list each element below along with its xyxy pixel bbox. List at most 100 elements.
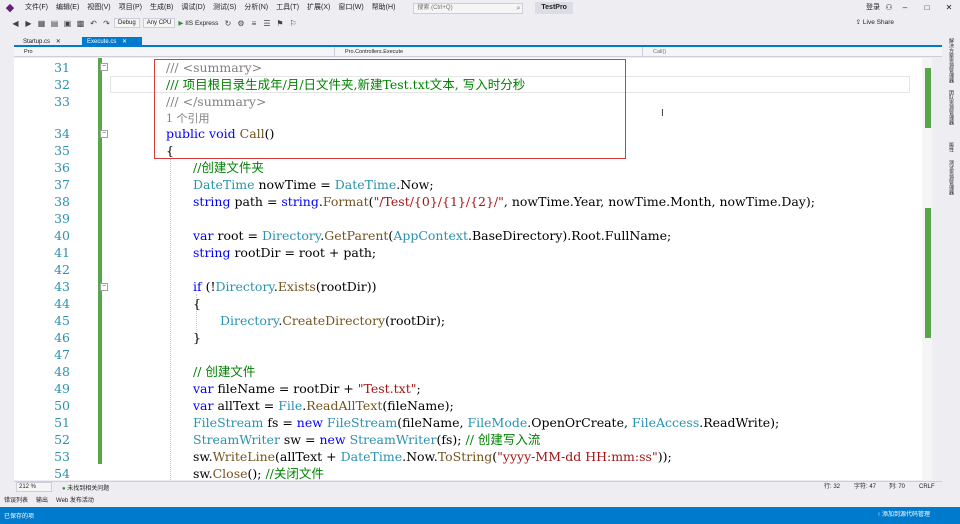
code-token: .OpenOrCreate, bbox=[527, 415, 632, 430]
zoom-select[interactable]: 212 % bbox=[16, 482, 52, 492]
code-text: { bbox=[166, 143, 174, 158]
tab-close-icon[interactable]: ✕ bbox=[122, 39, 127, 45]
code-token: rootDir = root + path; bbox=[230, 245, 377, 260]
open-folder-icon[interactable]: ▤ bbox=[49, 18, 60, 29]
undo-icon[interactable]: ↶ bbox=[88, 18, 99, 29]
code-token: sw. bbox=[193, 466, 213, 480]
platform-select[interactable]: Any CPU bbox=[142, 18, 176, 28]
menu-analyze[interactable]: 分析(N) bbox=[240, 0, 272, 16]
side-tab-team-explorer[interactable]: 团队资源管理器 bbox=[946, 90, 956, 125]
type-name: FileMode bbox=[467, 415, 528, 430]
code-text: /// 项目根目录生成年/月/日文件夹,新建Test.txt文本, 写入时分秒 bbox=[166, 77, 526, 92]
tab-close-icon[interactable]: ✕ bbox=[56, 39, 61, 45]
line-number: 48 bbox=[54, 364, 70, 379]
type-name: FileStream bbox=[326, 415, 398, 430]
code-line: 38 string path = string.Format("/Test/{0… bbox=[14, 193, 932, 210]
issues-indicator[interactable]: ● 未找到相关问题 bbox=[62, 483, 109, 492]
code-line: 48 // 创建文件 bbox=[14, 363, 932, 380]
config-select[interactable]: Debug bbox=[114, 18, 140, 28]
save-all-icon[interactable]: ▩ bbox=[75, 18, 86, 29]
code-line: 47 bbox=[14, 346, 932, 363]
tab-startup[interactable]: Startup.cs ✕ bbox=[18, 37, 68, 47]
menu-edit[interactable]: 编辑(E) bbox=[52, 0, 83, 16]
keyword: var bbox=[193, 381, 214, 396]
code-token: .BaseDirectory).Root.FullName; bbox=[467, 228, 672, 243]
menu-debug[interactable]: 调试(D) bbox=[177, 0, 209, 16]
keyword: var bbox=[193, 398, 214, 413]
scroll-change-marker bbox=[925, 208, 931, 338]
menu-file[interactable]: 文件(F) bbox=[21, 0, 52, 16]
method-name: CreateDirectory bbox=[282, 313, 386, 328]
tab-output[interactable]: 输出 bbox=[32, 495, 52, 504]
menu-view[interactable]: 视图(V) bbox=[83, 0, 114, 16]
search-placeholder: 搜索 (Ctrl+Q) bbox=[417, 4, 453, 11]
code-line: 40 var root = Directory.GetParent(AppCon… bbox=[14, 227, 932, 244]
live-share-button[interactable]: ⇪ Live Share bbox=[856, 16, 894, 30]
type-name: DateTime bbox=[193, 177, 255, 192]
minimize-icon[interactable]: – bbox=[894, 0, 916, 16]
line-number: 42 bbox=[54, 262, 70, 277]
menu-help[interactable]: 帮助(H) bbox=[368, 0, 400, 16]
line-number: 34 bbox=[54, 126, 70, 141]
line-number: 31 bbox=[54, 60, 70, 75]
issues-label: 未找到相关问题 bbox=[67, 485, 110, 492]
code-comment: //关闭文件 bbox=[265, 466, 324, 480]
keyword: var bbox=[193, 228, 214, 243]
tab-execute[interactable]: Execute.cs ✕ bbox=[82, 37, 142, 47]
redo-icon[interactable]: ↷ bbox=[101, 18, 112, 29]
side-tab-solution-explorer[interactable]: 解决方案资源管理器 bbox=[946, 38, 956, 83]
code-text: sw.WriteLine(allText + DateTime.Now.ToSt… bbox=[193, 448, 672, 465]
bookmark-icon[interactable]: ⚑ bbox=[274, 18, 285, 29]
line-ending-indicator[interactable]: CRLF bbox=[919, 482, 935, 493]
code-token: (! bbox=[201, 279, 216, 294]
code-text: /// <summary> bbox=[166, 60, 263, 75]
back-icon[interactable]: ◀ bbox=[10, 18, 21, 29]
menu-window[interactable]: 窗口(W) bbox=[334, 0, 367, 16]
search-input[interactable]: 搜索 (Ctrl+Q) ⌕ bbox=[413, 2, 524, 14]
code-line: 45 Directory.CreateDirectory(rootDir); bbox=[14, 312, 932, 329]
code-line: 49 var fileName = rootDir + "Test.txt"; bbox=[14, 380, 932, 397]
maximize-icon[interactable]: □ bbox=[916, 0, 938, 16]
side-tab-properties[interactable]: 属性 bbox=[946, 142, 956, 152]
tab-web-publish[interactable]: Web 发布活动 bbox=[52, 495, 98, 504]
close-icon[interactable]: ✕ bbox=[938, 0, 960, 16]
refresh-icon[interactable]: ↻ bbox=[222, 18, 233, 29]
browser-link-icon[interactable]: ⚙ bbox=[235, 18, 246, 29]
code-token: (rootDir); bbox=[385, 313, 446, 328]
menu-tools[interactable]: 工具(T) bbox=[272, 0, 303, 16]
source-control-button[interactable]: ↑ 添加到源代码管理 bbox=[877, 507, 930, 524]
code-line: 43 if (!Directory.Exists(rootDir)) bbox=[14, 278, 932, 295]
menu-project[interactable]: 项目(P) bbox=[115, 0, 146, 16]
line-number: 33 bbox=[54, 94, 70, 109]
search-icon: ⌕ bbox=[516, 4, 521, 12]
code-line: 34 public void Call() bbox=[14, 125, 932, 142]
string-literal: "yyyy-MM-dd HH:mm:ss" bbox=[497, 449, 658, 464]
code-text: public void Call() bbox=[166, 125, 274, 142]
format-icon[interactable]: ≡ bbox=[248, 18, 259, 29]
nav-member-dropdown[interactable]: Call() bbox=[642, 47, 942, 57]
keyword: new bbox=[296, 415, 323, 430]
tab-error-list[interactable]: 错误列表 bbox=[0, 495, 32, 504]
code-text: DateTime nowTime = DateTime.Now; bbox=[193, 176, 434, 193]
nav-class-dropdown[interactable]: Pro.Controllers.Execute bbox=[334, 47, 634, 57]
comment-icon[interactable]: ☰ bbox=[261, 18, 272, 29]
code-line: 54 sw.Close(); //关闭文件 bbox=[14, 465, 932, 480]
code-line: 32 /// 项目根目录生成年/月/日文件夹,新建Test.txt文本, 写入时… bbox=[14, 76, 932, 93]
run-button[interactable]: ▶ IIS Express bbox=[178, 19, 218, 27]
bookmark-prev-icon[interactable]: ⚐ bbox=[287, 18, 298, 29]
nav-project-dropdown[interactable]: Pro bbox=[14, 47, 324, 57]
forward-icon[interactable]: ▶ bbox=[23, 18, 34, 29]
menu-test[interactable]: 测试(S) bbox=[209, 0, 240, 16]
keyword: new bbox=[319, 432, 346, 447]
menu-build[interactable]: 生成(B) bbox=[146, 0, 177, 16]
menu-extensions[interactable]: 扩展(X) bbox=[303, 0, 334, 16]
side-tab-test-explorer[interactable]: 测试资源管理器 bbox=[946, 160, 956, 195]
type-name: AppContext bbox=[393, 228, 468, 243]
save-icon[interactable]: ▣ bbox=[62, 18, 73, 29]
keyword: public bbox=[166, 126, 206, 141]
type-name: StreamWriter bbox=[349, 432, 437, 447]
vertical-scrollbar[interactable] bbox=[922, 58, 932, 480]
code-editor[interactable]: − − − 31 /// <summary> 32 /// 项目根目录生成年/月… bbox=[14, 58, 932, 480]
new-item-icon[interactable]: ▦ bbox=[36, 18, 47, 29]
code-token: (fs); bbox=[436, 432, 466, 447]
